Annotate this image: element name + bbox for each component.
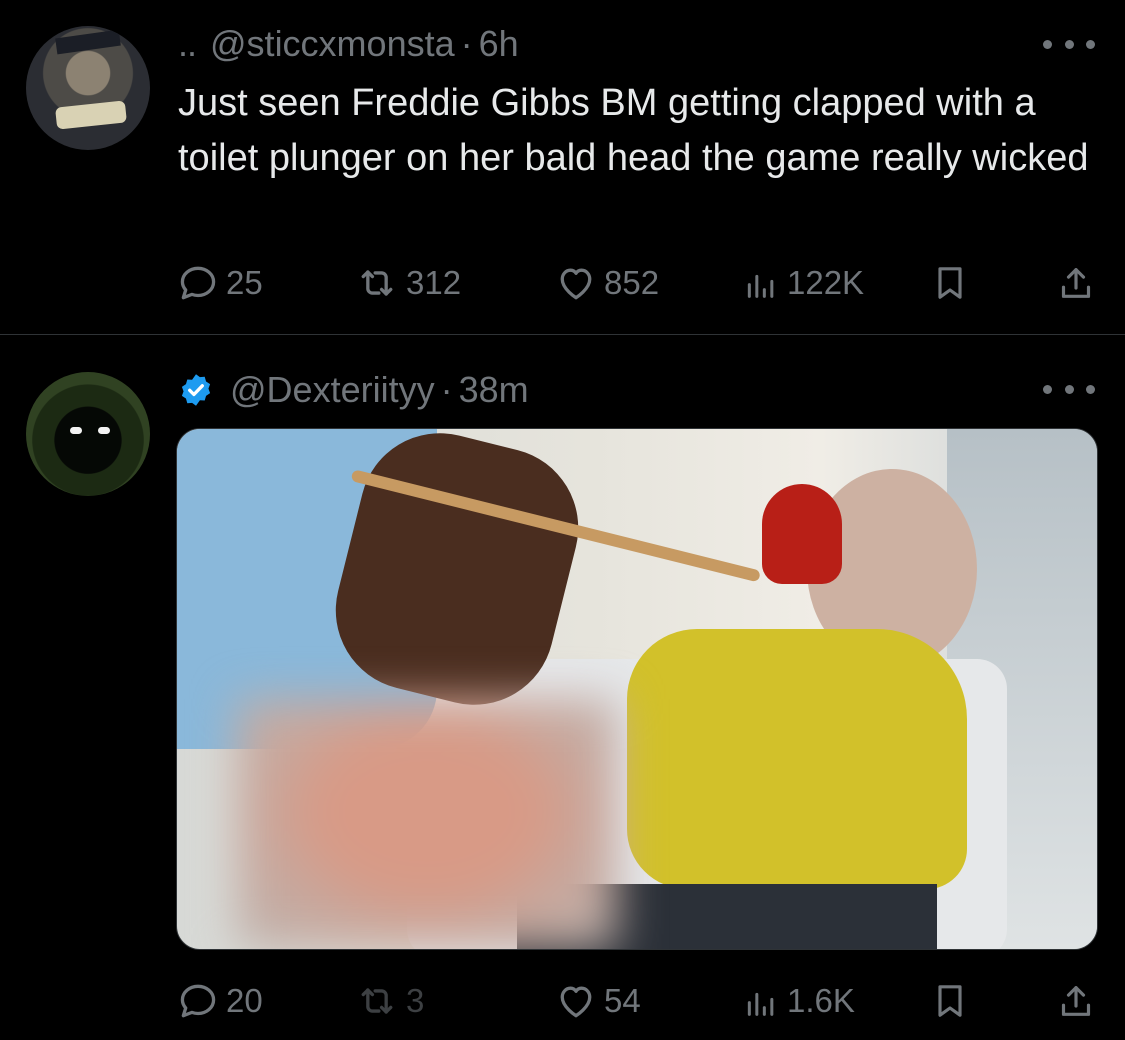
views-icon <box>747 274 774 298</box>
verified-badge-icon <box>181 374 211 406</box>
retweet-icon <box>361 270 393 296</box>
share-icon <box>1061 986 1091 1016</box>
user-handle[interactable]: @sticcxmonsta <box>210 23 455 65</box>
avatar-cap-shape <box>55 29 121 55</box>
tweet-header: @Dexteriityy · 38m <box>178 362 529 418</box>
tweet-text: Just seen Freddie Gibbs BM getting clapp… <box>178 82 1089 179</box>
bookmark-icon <box>938 985 962 1017</box>
bookmark-button[interactable] <box>930 977 970 1025</box>
tweet-header: .. @sticcxmonsta · 6h <box>178 16 519 72</box>
header-separator: · <box>440 369 453 410</box>
tweet[interactable]: @Dexteriityy · 38m 20 3 54 1.6K <box>0 335 1125 1040</box>
reply-icon <box>180 266 216 300</box>
reply-icon <box>180 984 216 1018</box>
retweet-button[interactable]: 312 <box>354 259 461 307</box>
avatar-eye-shape <box>70 427 82 434</box>
photo-blurred-region <box>237 699 617 949</box>
like-button[interactable]: 54 <box>554 977 641 1025</box>
like-count: 54 <box>604 982 641 1019</box>
retweet-button[interactable]: 3 <box>354 977 424 1025</box>
tweet-time[interactable]: 38m <box>459 369 529 411</box>
tweet-media-photo[interactable] <box>176 428 1098 950</box>
more-icon[interactable] <box>1043 379 1095 399</box>
views-button[interactable]: 122K <box>741 259 864 307</box>
share-button[interactable] <box>1056 259 1096 307</box>
avatar-money-shape <box>55 100 127 130</box>
reply-count: 25 <box>226 264 263 301</box>
views-count: 1.6K <box>787 982 855 1019</box>
reply-count: 20 <box>226 982 263 1019</box>
avatar-eye-shape <box>98 427 110 434</box>
reply-button[interactable]: 25 <box>176 259 263 307</box>
like-icon <box>560 986 592 1018</box>
user-handle[interactable]: @Dexteriityy <box>230 369 435 411</box>
avatar[interactable] <box>26 26 150 150</box>
retweet-count: 3 <box>406 982 425 1019</box>
tweet-actions: 25 312 852 122K <box>176 259 1096 307</box>
photo-plunger-cup-shape <box>762 484 842 584</box>
header-separator: · <box>460 23 473 64</box>
share-icon <box>1061 268 1091 298</box>
like-button[interactable]: 852 <box>554 259 659 307</box>
tweet[interactable]: .. @sticcxmonsta · 6h Just seen Freddie … <box>0 0 1125 334</box>
like-icon <box>560 268 592 300</box>
like-count: 852 <box>604 264 660 301</box>
retweet-count: 312 <box>406 264 462 301</box>
views-icon <box>747 992 774 1016</box>
bookmark-button[interactable] <box>930 259 970 307</box>
tweet-time[interactable]: 6h <box>479 23 519 65</box>
views-count: 122K <box>787 264 865 301</box>
bookmark-icon <box>938 267 962 299</box>
reply-button[interactable]: 20 <box>176 977 263 1025</box>
more-icon[interactable] <box>1043 34 1095 54</box>
retweet-icon <box>361 988 393 1014</box>
display-name[interactable]: .. <box>178 23 197 65</box>
views-button[interactable]: 1.6K <box>741 977 855 1025</box>
photo-top-shape <box>627 629 967 889</box>
avatar[interactable] <box>26 372 150 496</box>
tweet-actions: 20 3 54 1.6K <box>176 977 1096 1025</box>
share-button[interactable] <box>1056 977 1096 1025</box>
